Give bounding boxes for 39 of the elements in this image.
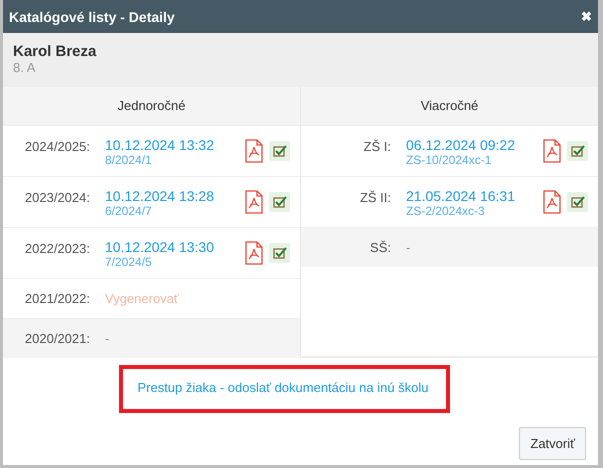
checkbox-icon-button[interactable] [269, 192, 290, 212]
document-number: 6/2024/7 [105, 204, 153, 218]
document-number: 8/2024/1 [105, 153, 153, 167]
date-link[interactable]: 10.12.2024 13:32 [105, 137, 245, 153]
row-label: 2023/2024: [24, 189, 90, 205]
pdf-icon[interactable] [245, 139, 263, 163]
checkbox-icon-button[interactable] [567, 141, 588, 161]
date-link[interactable]: 21.05.2024 16:31 [406, 188, 543, 204]
student-class: 8. A [13, 60, 36, 75]
column-header: Jednoročné [3, 87, 300, 125]
row-label: SŠ: [369, 240, 391, 255]
document-number: 7/2024/5 [105, 255, 153, 269]
pdf-icon[interactable] [543, 139, 561, 163]
checkbox-icon-button[interactable] [269, 243, 290, 263]
row-label: 2021/2022: [24, 291, 90, 306]
student-name: Karol Breza [13, 43, 98, 60]
empty-value: - [406, 240, 412, 255]
date-link[interactable]: 10.12.2024 13:28 [105, 188, 245, 204]
window-title: Katalógové listy - Detaily [9, 8, 175, 24]
column-header: Viacročné [301, 87, 598, 125]
row-label: 2022/2023: [24, 240, 90, 256]
empty-value: - [105, 331, 110, 346]
close-button[interactable]: ✖ [581, 9, 592, 24]
pdf-icon[interactable] [245, 190, 263, 214]
pdf-icon[interactable] [543, 190, 561, 214]
transfer-link[interactable]: Prestup žiaka - odoslať dokumentáciu na inú školu [137, 380, 429, 395]
generate-link[interactable]: Vygenerovať [105, 291, 300, 306]
row-label: 2024/2025: [24, 138, 90, 154]
checkbox-icon-button[interactable] [567, 192, 588, 212]
date-link[interactable]: 10.12.2024 13:30 [105, 239, 245, 255]
close-dialog-button[interactable]: Zatvoriť [519, 427, 586, 460]
row-label: ZŠ I: [362, 138, 391, 154]
row-label: ZŠ II: [358, 189, 391, 205]
document-number: ZS-10/2024xc-1 [406, 153, 492, 167]
checkbox-icon-button[interactable] [269, 141, 290, 161]
document-number: ZS-2/2024xc-3 [406, 204, 486, 218]
date-link[interactable]: 06.12.2024 09:22 [406, 137, 543, 153]
row-label: 2020/2021: [24, 331, 90, 346]
pdf-icon[interactable] [245, 241, 263, 265]
